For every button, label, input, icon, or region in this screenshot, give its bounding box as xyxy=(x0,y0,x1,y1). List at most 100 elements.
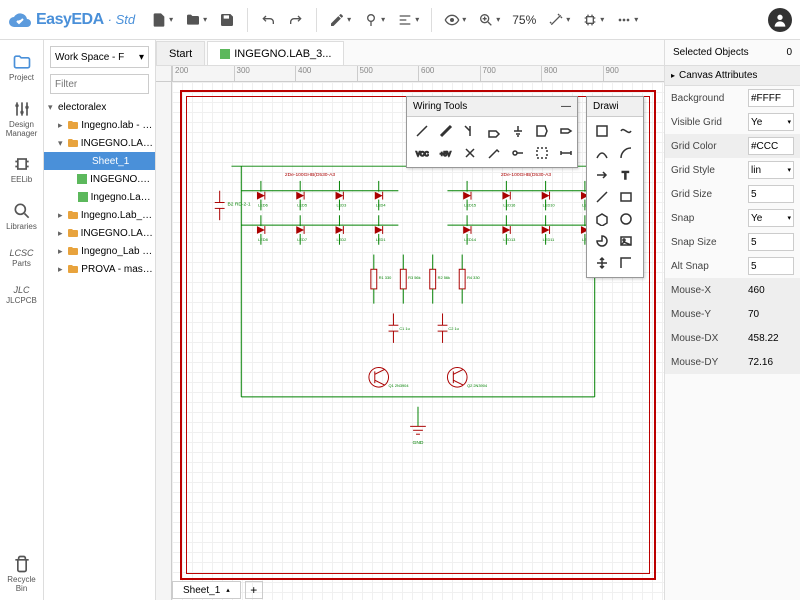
svg-text:LED7: LED7 xyxy=(297,237,307,242)
bezier-tool[interactable] xyxy=(591,143,613,163)
tree-root[interactable]: ▾electoralex xyxy=(44,98,155,116)
ground-tool[interactable] xyxy=(507,121,529,141)
prop-input[interactable]: 5 xyxy=(748,185,794,203)
prop-input[interactable]: Ye xyxy=(748,209,794,227)
folder-menu-button[interactable] xyxy=(181,6,211,34)
sheet-tool[interactable] xyxy=(591,121,613,141)
tree-row[interactable]: Sheet_1 xyxy=(44,152,155,170)
folder-icon xyxy=(185,12,201,28)
svg-text:VCC: VCC xyxy=(416,152,429,158)
edit-menu-button[interactable] xyxy=(325,6,355,34)
polygon-tool[interactable] xyxy=(591,209,613,229)
text-tool[interactable]: T xyxy=(615,165,637,185)
pin-tool[interactable] xyxy=(507,143,529,163)
drawing-tools-panel[interactable]: Drawi T xyxy=(586,96,644,278)
arrow-tool[interactable] xyxy=(591,165,613,185)
svg-text:+5V: +5V xyxy=(440,152,451,158)
tree-row[interactable]: INGEGNO.LAB_3 xyxy=(44,170,155,188)
pie-tool[interactable] xyxy=(591,231,613,251)
wiring-tools-panel[interactable]: Wiring Tools— VCC +5V xyxy=(406,96,578,168)
tree-row[interactable]: ▸Ingegno.Lab_SMD xyxy=(44,206,155,224)
arc-tool[interactable] xyxy=(615,143,637,163)
view-menu-button[interactable] xyxy=(440,6,470,34)
prop-row: Grid Color #CCC xyxy=(665,134,800,158)
drag-tool[interactable] xyxy=(591,253,613,273)
svg-text:C2 1u: C2 1u xyxy=(448,326,458,331)
probe-tool[interactable] xyxy=(483,143,505,163)
tools-menu-button[interactable] xyxy=(544,6,574,34)
measure-tool[interactable] xyxy=(555,143,577,163)
rail-libraries[interactable]: Libraries xyxy=(2,195,42,238)
format-menu-button[interactable] xyxy=(393,6,423,34)
rail-parts[interactable]: LCSCParts xyxy=(2,242,42,275)
app-logo[interactable]: EasyEDA · Std xyxy=(8,8,135,32)
no-connect-tool[interactable] xyxy=(459,143,481,163)
tree-row[interactable]: Ingegno.Lab_1.0 xyxy=(44,188,155,206)
rail-design-manager[interactable]: Design Manager xyxy=(2,93,42,145)
rail-recycle-bin[interactable]: Recycle Bin xyxy=(2,548,42,600)
prop-input[interactable]: #FFFF xyxy=(748,89,794,107)
rail-jlcpcb[interactable]: JLCJLCPCB xyxy=(2,279,42,312)
tree-row[interactable]: ▸INGEGNO.LAB.SM xyxy=(44,224,155,242)
sheet-tab-1[interactable]: Sheet_1 ▴ xyxy=(172,581,241,599)
net-label-tool[interactable] xyxy=(483,121,505,141)
advanced-menu-button[interactable] xyxy=(612,6,642,34)
file-menu-button[interactable] xyxy=(147,6,177,34)
tab-start[interactable]: Start xyxy=(156,41,205,65)
ruler-vertical xyxy=(156,82,172,600)
bus-tool[interactable] xyxy=(435,121,457,141)
person-icon xyxy=(772,12,788,28)
rail-eelib[interactable]: EELib xyxy=(2,148,42,191)
mouse-row: Mouse-X460 xyxy=(665,278,800,302)
filter-input[interactable] xyxy=(50,74,149,94)
rail-project[interactable]: Project xyxy=(2,46,42,89)
power-tool[interactable]: +5V xyxy=(435,143,457,163)
editor-area: Start INGEGNO.LAB_3... 20030040050060070… xyxy=(156,40,664,600)
net-flag-tool[interactable] xyxy=(531,121,553,141)
svg-text:LED6: LED6 xyxy=(258,202,268,207)
user-avatar[interactable] xyxy=(768,8,792,32)
wiring-tools-title[interactable]: Wiring Tools— xyxy=(407,97,577,117)
add-sheet-button[interactable]: + xyxy=(245,581,263,599)
net-port-tool[interactable] xyxy=(555,121,577,141)
workspace-select[interactable]: Work Space - F▾ xyxy=(50,46,149,68)
tab-schematic[interactable]: INGEGNO.LAB_3... xyxy=(207,41,344,65)
wire-tool[interactable] xyxy=(411,121,433,141)
prop-input[interactable]: 5 xyxy=(748,257,794,275)
undo-icon xyxy=(260,12,276,28)
place-menu-button[interactable] xyxy=(359,6,389,34)
tree-row[interactable]: ▸PROVA - master - xyxy=(44,260,155,278)
top-toolbar: EasyEDA · Std 75% xyxy=(0,0,800,40)
fabrication-menu-button[interactable] xyxy=(578,6,608,34)
svg-text:LED14: LED14 xyxy=(464,237,477,242)
vcc-tool[interactable]: VCC xyxy=(411,143,433,163)
zoom-menu-button[interactable] xyxy=(474,6,504,34)
schematic-content[interactable]: VCC 2De-100GHB(D530-A3 2De-100GHB(D530-A… xyxy=(202,122,634,456)
prop-input[interactable]: lin xyxy=(748,161,794,179)
redo-button[interactable] xyxy=(284,6,308,34)
tree-row[interactable]: ▸Ingegno_Lab - ma xyxy=(44,242,155,260)
group-tool[interactable] xyxy=(531,143,553,163)
line-tool[interactable] xyxy=(615,121,637,141)
tree-row[interactable]: ▾INGEGNO.LAB_3n xyxy=(44,134,155,152)
mouse-row: Mouse-Y70 xyxy=(665,302,800,326)
undo-button[interactable] xyxy=(256,6,280,34)
prop-input[interactable]: 5 xyxy=(748,233,794,251)
canvas-origin-tool[interactable] xyxy=(615,253,637,273)
rect-tool[interactable] xyxy=(615,187,637,207)
freehand-tool[interactable] xyxy=(591,187,613,207)
ellipse-tool[interactable] xyxy=(615,209,637,229)
prop-input[interactable]: Ye xyxy=(748,113,794,131)
mouse-row: Mouse-DX458.22 xyxy=(665,326,800,350)
tree-row[interactable]: ▸Ingegno.lab - mas xyxy=(44,116,155,134)
svg-text:LED10: LED10 xyxy=(543,202,556,207)
save-button[interactable] xyxy=(215,6,239,34)
bus-entry-tool[interactable] xyxy=(459,121,481,141)
more-icon xyxy=(616,12,632,28)
image-tool[interactable] xyxy=(615,231,637,251)
svg-text:C1 1u: C1 1u xyxy=(399,326,409,331)
canvas-attributes-header[interactable]: Canvas Attributes xyxy=(665,66,800,86)
drawing-tools-title[interactable]: Drawi xyxy=(587,97,643,117)
prop-input[interactable]: #CCC xyxy=(748,137,794,155)
minimize-icon[interactable]: — xyxy=(561,101,571,112)
